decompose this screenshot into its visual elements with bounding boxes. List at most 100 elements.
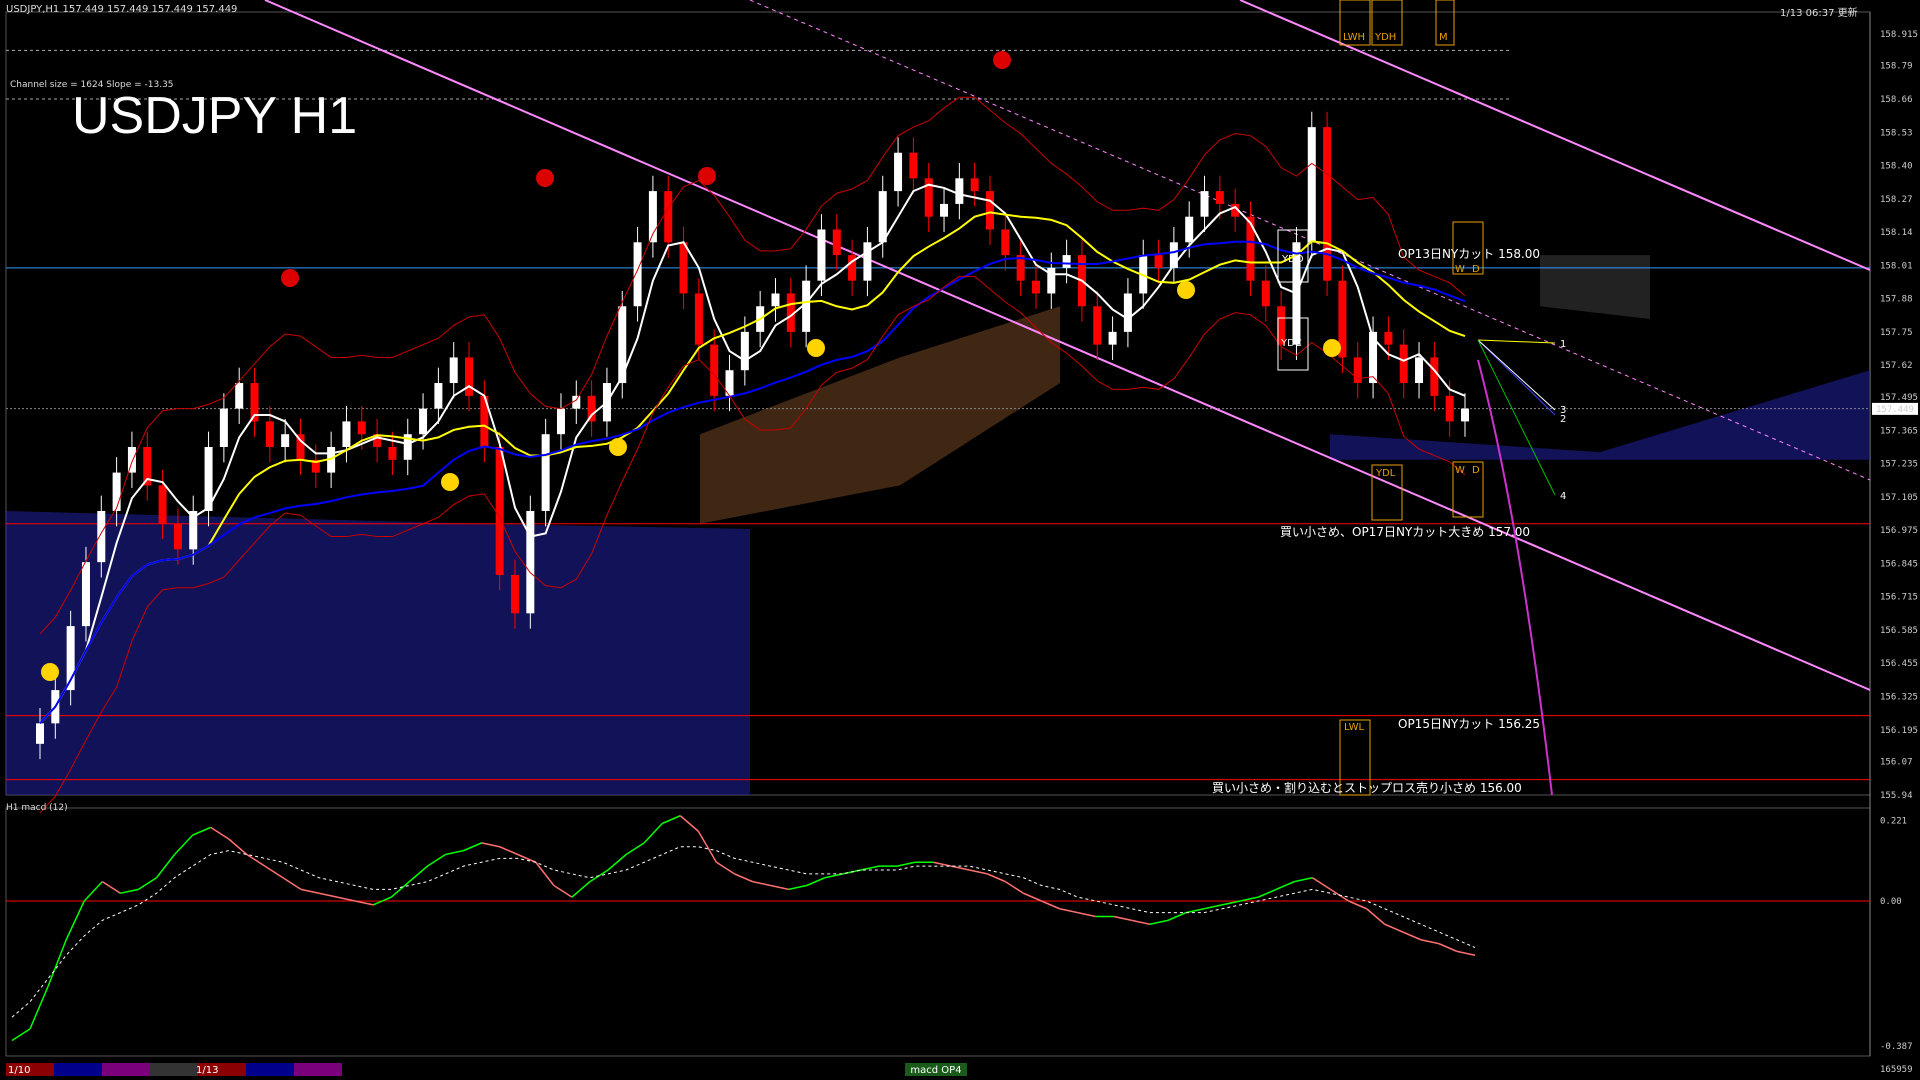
candle-body — [1215, 191, 1224, 204]
period-date-2: 1/13 — [196, 1065, 218, 1076]
macd-segment — [1456, 950, 1476, 956]
candle-body — [219, 408, 228, 447]
candle-body — [986, 191, 994, 230]
candle-body — [664, 191, 673, 243]
cloud-grey-future — [1540, 255, 1650, 320]
period-segment — [150, 1063, 198, 1076]
lwl-label: LWL — [1344, 722, 1365, 733]
macd-segment — [174, 834, 194, 856]
macd-scale-zero: 0.00 — [1880, 897, 1902, 907]
price-tick-label: 157.105 — [1880, 493, 1918, 503]
macd-segment — [1077, 911, 1096, 918]
macd-segment — [463, 842, 482, 852]
period-segment — [102, 1063, 150, 1076]
macd-segment — [607, 853, 627, 871]
candle-body — [940, 203, 949, 217]
candle-body — [36, 723, 44, 744]
candle-body — [511, 574, 519, 614]
candle-body — [878, 191, 887, 243]
cloud-orange — [700, 306, 1060, 524]
stop-loss-annotation: 買い小さめ・割り込むとストップロス売り小さめ 156.00 — [1212, 780, 1522, 795]
macd-segment — [11, 1028, 31, 1042]
ydo-label: YDO — [1281, 254, 1304, 265]
candle-body — [1200, 191, 1209, 217]
signal-line — [11, 846, 1476, 1018]
macd-segment — [427, 853, 446, 867]
fractal-low-icon — [41, 663, 59, 681]
macd-segment — [806, 877, 826, 887]
macd-segment — [192, 826, 211, 836]
price-tick-label: 156.07 — [1880, 758, 1913, 768]
price-tick-label: 158.53 — [1880, 128, 1913, 138]
candle-body — [817, 229, 826, 281]
macd-segment — [1366, 908, 1386, 925]
price-tick-label: 156.455 — [1880, 659, 1918, 669]
cloud-blue-right — [1330, 370, 1870, 460]
macd-segment — [1023, 892, 1042, 902]
macd-segment — [625, 842, 645, 856]
macd-segment — [390, 881, 410, 898]
candle-body — [1001, 229, 1010, 256]
macd-segment — [1348, 900, 1367, 910]
period-date-1: 1/10 — [8, 1065, 30, 1076]
candle-body — [1123, 293, 1132, 332]
d-label-lower: D — [1472, 465, 1480, 476]
price-tick-label: 158.01 — [1880, 261, 1913, 271]
candle-body — [449, 357, 458, 384]
macd-segment — [336, 896, 356, 902]
macd-segment — [264, 865, 284, 879]
macd-segment — [932, 861, 952, 867]
op15-annotation: OP15日NYカット 156.25 — [1398, 717, 1540, 731]
candle-body — [955, 178, 964, 204]
candle-body — [1445, 395, 1454, 422]
macd-segment — [499, 846, 519, 856]
fractal-high-icon — [281, 269, 299, 287]
macd-segment — [1113, 915, 1132, 922]
chart-canvas: YDOYDCLWH YDH MYDLW DW DLWLOP13日NYカット 158.00… — [5, 0, 1918, 1076]
fan-label-1: 1 — [1560, 339, 1566, 350]
macd-segment — [138, 877, 157, 891]
macd-segment — [896, 861, 916, 867]
op17-annotation: 買い小さめ、OP17日NYカット大きめ 157.00 — [1280, 525, 1530, 539]
op13-annotation: OP13日NYカット 158.00 — [1398, 247, 1540, 261]
price-tick-label: 158.14 — [1880, 228, 1913, 238]
macd-segment — [355, 900, 374, 906]
price-tick-label: 158.40 — [1880, 162, 1913, 172]
m-label: M — [1439, 32, 1448, 43]
candle-body — [127, 447, 136, 473]
macd-segment — [445, 849, 464, 856]
fan-line-3 — [1477, 339, 1556, 411]
candle-body — [1108, 331, 1117, 345]
price-tick-label: 156.715 — [1880, 593, 1918, 603]
candle-body — [679, 242, 688, 294]
macd-segment — [969, 869, 988, 875]
candle-body — [388, 447, 397, 460]
price-tick-label: 156.975 — [1880, 526, 1918, 536]
macd-segment — [1384, 923, 1404, 933]
symbol-info: USDJPY,H1 157.449 157.449 157.449 157.44… — [6, 4, 238, 15]
macd-segment — [318, 892, 338, 898]
candle-body — [832, 229, 841, 256]
candle-body — [1384, 331, 1393, 345]
candle-body — [1062, 255, 1071, 268]
current-price-label: 157.449 — [1876, 405, 1914, 415]
candle-body — [771, 293, 780, 307]
fractal-low-icon — [1323, 339, 1341, 357]
price-tick-label: 157.75 — [1880, 328, 1913, 338]
candle-body — [419, 408, 428, 435]
macd-segment — [1294, 877, 1313, 883]
macd-segment — [101, 880, 121, 894]
candle-body — [572, 395, 581, 409]
macd-segment — [553, 884, 573, 898]
price-tick-label: 156.195 — [1880, 726, 1918, 736]
candle-body — [894, 152, 903, 192]
d-label-upper: D — [1472, 264, 1480, 275]
macd-segment — [987, 873, 1006, 883]
macd-segment — [1221, 900, 1241, 906]
macd-segment — [1041, 900, 1060, 910]
macd-segment — [1402, 931, 1422, 941]
macd-panel-frame — [5, 807, 1871, 1057]
w-label-upper: W — [1455, 264, 1465, 275]
chart-title: USDJPY H1 — [72, 87, 358, 145]
ydc-label: YDC — [1280, 338, 1302, 349]
